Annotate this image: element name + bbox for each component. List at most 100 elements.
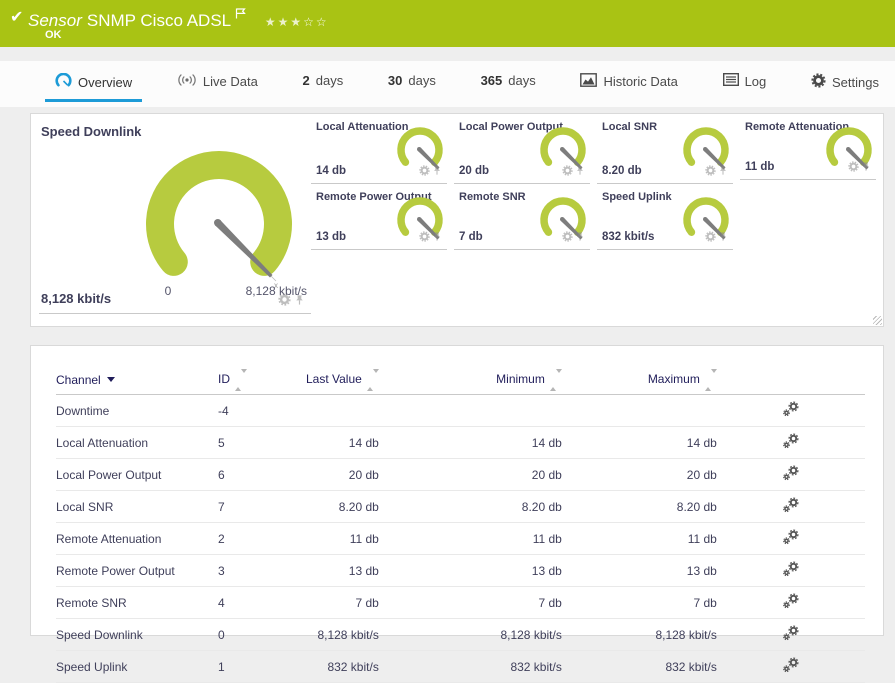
mini-gauge-panel: Local Power Output 20 db: [454, 114, 597, 184]
channel-row[interactable]: Remote Attenuation 2 11 db 11 db 11 db: [56, 522, 865, 555]
priority-stars[interactable]: ★★★☆☆: [265, 15, 329, 29]
tab-overview[interactable]: Overview: [45, 72, 143, 102]
channel-row[interactable]: Local Attenuation 5 14 db 14 db 14 db: [56, 426, 865, 459]
cell-maximum: 8.20 db: [561, 490, 717, 523]
channel-row[interactable]: Remote SNR 4 7 db 7 db 7 db: [56, 586, 865, 619]
channels-table: Channel ID Last Value Minimum Maximum Do…: [56, 366, 865, 683]
cell-id: 1: [218, 650, 306, 683]
cell-last-value: [306, 394, 379, 427]
star-icon[interactable]: ★: [265, 15, 278, 29]
column-header-id[interactable]: ID: [218, 366, 306, 395]
channel-row[interactable]: Remote Power Output 3 13 db 13 db 13 db: [56, 554, 865, 587]
cell-last-value: 7 db: [306, 586, 379, 619]
cell-id: 0: [218, 618, 306, 651]
cell-last-value: 8,128 kbit/s: [306, 618, 379, 651]
channel-title: Speed Uplink: [602, 191, 672, 203]
gear-icon[interactable]: [705, 163, 716, 181]
channel-settings-gears-icon[interactable]: [782, 465, 800, 484]
channel-last-value: 13 db: [316, 231, 347, 243]
cell-minimum: 11 db: [378, 522, 562, 555]
column-header-channel[interactable]: Channel: [56, 366, 218, 395]
channel-settings-gears-icon[interactable]: [782, 657, 800, 676]
mini-gauge-panel: Remote Attenuation 11 db: [740, 114, 883, 180]
log-icon: [722, 72, 739, 89]
channel-row[interactable]: Downtime -4: [56, 394, 865, 427]
gear-icon[interactable]: [419, 163, 430, 181]
tab-30-days[interactable]: 30 days: [378, 73, 446, 99]
cell-last-value: 8.20 db: [306, 490, 379, 523]
pin-icon[interactable]: [294, 293, 305, 311]
object-type-label: Sensor: [28, 11, 82, 30]
column-header-last-value[interactable]: Last Value: [306, 366, 379, 395]
pin-icon[interactable]: [861, 159, 871, 177]
gear-icon[interactable]: [562, 229, 573, 247]
page-title: Sensor SNMP Cisco ADSL ★★★☆☆: [28, 4, 329, 31]
cell-minimum: 13 db: [378, 554, 562, 587]
cell-id: 2: [218, 522, 306, 555]
channel-last-value: 7 db: [459, 231, 483, 243]
pin-icon[interactable]: [432, 163, 442, 181]
gear-icon[interactable]: [562, 163, 573, 181]
star-icon[interactable]: ☆: [316, 15, 329, 29]
column-header-maximum[interactable]: Maximum: [561, 366, 717, 395]
cell-channel: Local SNR: [56, 490, 218, 523]
pin-icon[interactable]: [575, 163, 585, 181]
gear-icon[interactable]: [705, 229, 716, 247]
channel-row[interactable]: Local SNR 7 8.20 db 8.20 db 8.20 db: [56, 490, 865, 523]
tab-live-data[interactable]: Live Data: [167, 73, 268, 101]
flag-icon[interactable]: [235, 4, 246, 23]
cell-id: 6: [218, 458, 306, 491]
channel-row[interactable]: Speed Uplink 1 832 kbit/s 832 kbit/s 832…: [56, 650, 865, 683]
star-icon[interactable]: ★: [278, 15, 291, 29]
mini-gauge-panel: Local Attenuation 14 db: [311, 114, 454, 184]
channel-settings-gears-icon[interactable]: [782, 497, 800, 516]
resize-handle[interactable]: [873, 316, 882, 325]
pin-icon[interactable]: [432, 229, 442, 247]
cell-minimum: 8.20 db: [378, 490, 562, 523]
pin-icon[interactable]: [718, 229, 728, 247]
channel-last-value: 14 db: [316, 165, 347, 177]
gear-icon[interactable]: [278, 293, 291, 311]
tab-historic-data[interactable]: Historic Data: [570, 73, 687, 101]
channel-settings-gears-icon[interactable]: [782, 529, 800, 548]
channel-settings-gears-icon[interactable]: [782, 433, 800, 452]
pin-icon[interactable]: [718, 163, 728, 181]
sort-icon: [235, 369, 247, 391]
cell-last-value: 11 db: [306, 522, 379, 555]
gear-icon[interactable]: [419, 229, 430, 247]
cell-channel: Remote Attenuation: [56, 522, 218, 555]
cell-maximum: [561, 394, 717, 427]
cell-id: 5: [218, 426, 306, 459]
pin-icon[interactable]: [575, 229, 585, 247]
speed-downlink-gauge-panel: Speed Downlink x 0 8,128 kbit/s 8,128 kb…: [31, 114, 311, 314]
tab-2-days[interactable]: 2 days: [293, 73, 354, 99]
star-icon[interactable]: ★: [290, 15, 303, 29]
channel-row[interactable]: Local Power Output 6 20 db 20 db 20 db: [56, 458, 865, 491]
gear-icon[interactable]: [848, 159, 859, 177]
cell-minimum: 832 kbit/s: [378, 650, 562, 683]
tab-log[interactable]: Log: [713, 72, 777, 100]
gauges-panel: Speed Downlink x 0 8,128 kbit/s 8,128 kb…: [30, 113, 884, 327]
channel-row[interactable]: Speed Downlink 0 8,128 kbit/s 8,128 kbit…: [56, 618, 865, 651]
cell-maximum: 8,128 kbit/s: [561, 618, 717, 651]
mini-gauge-panel: Remote SNR 7 db: [454, 184, 597, 250]
channel-settings-gears-icon[interactable]: [782, 625, 800, 644]
channel-settings-gears-icon[interactable]: [782, 401, 800, 420]
channel-title: Speed Downlink: [41, 124, 142, 139]
status-badge: OK: [45, 29, 62, 41]
cell-last-value: 20 db: [306, 458, 379, 491]
tab-bar: Overview Live Data 2 days 30 days 365 da…: [0, 61, 895, 107]
cell-last-value: 832 kbit/s: [306, 650, 379, 683]
gauge-icon: [55, 72, 72, 91]
channel-settings-gears-icon[interactable]: [782, 593, 800, 612]
column-header-minimum[interactable]: Minimum: [378, 366, 562, 395]
channel-settings-gears-icon[interactable]: [782, 561, 800, 580]
cell-id: 4: [218, 586, 306, 619]
sensor-name: SNMP Cisco ADSL: [86, 11, 232, 30]
star-icon[interactable]: ☆: [303, 15, 316, 29]
mini-gauge-panel: Local SNR 8.20 db: [597, 114, 740, 184]
sort-icon: [366, 369, 379, 391]
tab-settings[interactable]: Settings: [801, 73, 889, 102]
tab-365-days[interactable]: 365 days: [471, 73, 546, 99]
channel-last-value: 8.20 db: [602, 165, 642, 177]
